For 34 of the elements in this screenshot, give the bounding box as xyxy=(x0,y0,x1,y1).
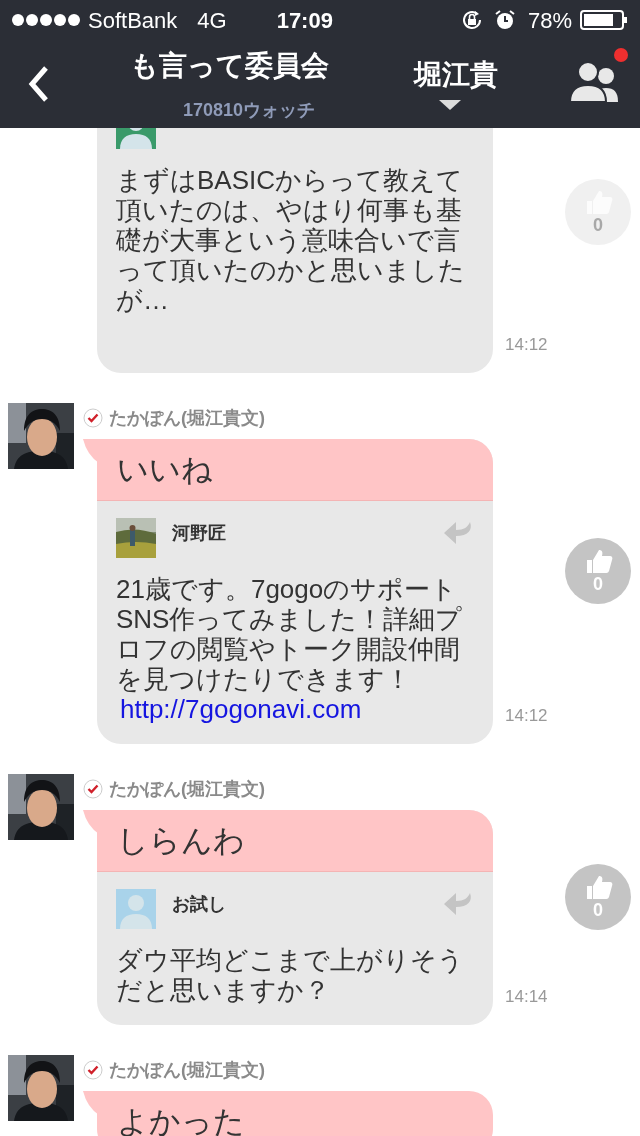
battery-percent: 78% xyxy=(527,6,572,35)
member-dropdown[interactable]: 堀江貴 xyxy=(414,58,498,110)
network-type: 4G xyxy=(197,6,227,35)
like-button[interactable]: 0 xyxy=(565,863,631,930)
author-name: たかぽん(堀江貴文) xyxy=(109,1058,265,1082)
battery-icon xyxy=(580,10,628,30)
quote-text: まずはBASICからって教えて頂いたのは、やはり何事も基礎が大事という意味合いで言って頂いたのかと思いましたが… xyxy=(116,165,466,315)
clock-time: 17:09 xyxy=(276,6,333,35)
quote-text: ダウ平均どこまで上がりそうだと思いますか？ xyxy=(116,945,465,1005)
like-count: 0 xyxy=(593,573,603,594)
link[interactable]: http://7gogonavi.com xyxy=(120,694,362,724)
alarm-icon xyxy=(493,9,516,31)
quote-text: 21歳です。7gogoのサポートSNS作ってみました！詳細プロフの閲覧やトーク開設仲間を見つけたりできます！ http://7gogonavi.com xyxy=(116,574,464,724)
like-button[interactable]: 0 xyxy=(565,178,631,245)
bubble-tail xyxy=(83,810,99,834)
bubble-tail xyxy=(83,1091,99,1115)
chat-title: も言って委員会 xyxy=(129,48,329,83)
like-count: 0 xyxy=(593,214,603,235)
like-count: 0 xyxy=(593,899,603,920)
message-text: いいね xyxy=(97,439,493,501)
author-name: たかぽん(堀江貴文) xyxy=(109,777,265,801)
quote-author: 河野匠 xyxy=(172,522,226,545)
chat-subtitle: 170810ウォッチ xyxy=(182,98,316,122)
message-text: しらんわ xyxy=(97,810,493,872)
carrier-name: SoftBank xyxy=(88,6,178,35)
dropdown-caret-icon xyxy=(439,100,461,110)
bubble-tail xyxy=(83,439,99,463)
author-name: たかぽん(堀江貴文) xyxy=(109,406,265,430)
message-time: 14:12 xyxy=(505,704,548,727)
message-time: 14:14 xyxy=(505,985,548,1008)
like-button[interactable]: 0 xyxy=(565,537,631,604)
signal-icon xyxy=(12,13,80,27)
quote-author: お試し xyxy=(172,893,226,916)
message-time: 14:12 xyxy=(505,333,548,356)
